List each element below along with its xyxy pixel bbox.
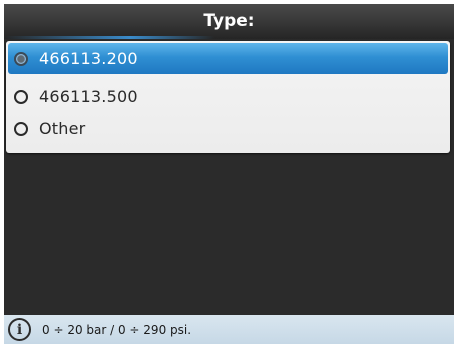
device-screen: Type: 466113.200 466113.500 Other i 0 ÷ … [4, 4, 454, 344]
option-item-466113-200[interactable]: 466113.200 [8, 43, 448, 74]
option-item-other[interactable]: Other [8, 113, 448, 144]
status-bar: i 0 ÷ 20 bar / 0 ÷ 290 psi. [4, 315, 454, 344]
type-option-list: 466113.200 466113.500 Other [6, 41, 450, 153]
option-label: 466113.200 [39, 49, 138, 68]
radio-unselected-icon[interactable] [14, 121, 28, 136]
radio-selected-icon[interactable] [14, 51, 28, 66]
range-info-text: 0 ÷ 20 bar / 0 ÷ 290 psi. [42, 322, 192, 337]
info-icon: i [8, 318, 31, 341]
page-title: Type: [203, 11, 255, 31]
option-item-466113-500[interactable]: 466113.500 [8, 81, 448, 112]
radio-unselected-icon[interactable] [14, 89, 28, 104]
option-label: 466113.500 [39, 87, 138, 106]
title-bar: Type: [4, 4, 454, 39]
option-label: Other [39, 119, 86, 138]
